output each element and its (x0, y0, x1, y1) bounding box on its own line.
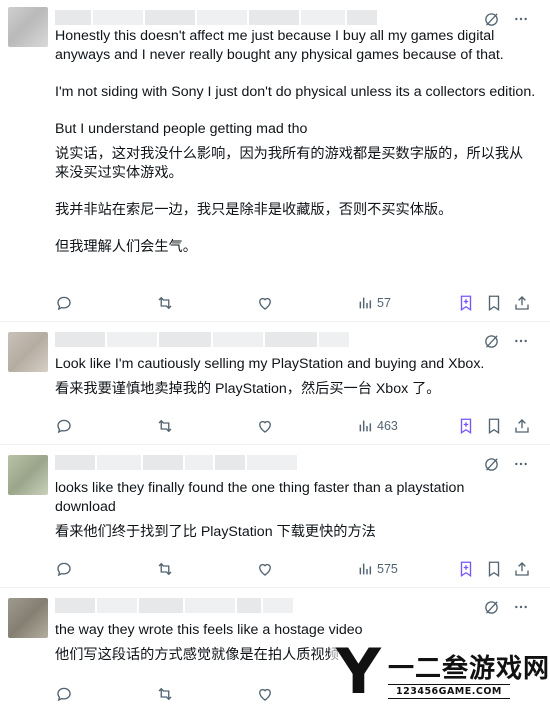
watermark-site: 123456GAME.COM (388, 684, 510, 699)
post-2[interactable]: Look like I'm cautiously selling my Play… (0, 322, 550, 445)
reply-icon[interactable] (55, 559, 73, 579)
author-name-redacted (55, 332, 349, 347)
post-text-zh-1: 说实话，这对我没什么影响，因为我所有的游戏都是买数字版的，所以我从来没买过实体游… (55, 146, 524, 181)
views-icon (359, 563, 372, 575)
watermark-brand: 一二叁游戏网 (388, 654, 550, 684)
reply-icon[interactable] (55, 293, 73, 313)
post-text: Look like I'm cautiously selling my Play… (55, 355, 536, 399)
bookmark-plus-icon[interactable] (457, 416, 475, 436)
grok-icon[interactable] (482, 598, 500, 616)
site-watermark: Y 一二叁游戏网 123456GAME.COM (330, 640, 550, 708)
bookmark-plus-icon[interactable] (457, 559, 475, 579)
repost-icon[interactable] (156, 559, 174, 579)
share-icon[interactable] (513, 416, 531, 436)
like-icon[interactable] (256, 416, 274, 436)
post-text-en-1: looks like they finally found the one th… (55, 480, 465, 515)
post-text-en-3: But I understand people getting mad tho (55, 121, 308, 137)
reply-icon[interactable] (55, 416, 73, 436)
views-stat[interactable]: 463 (357, 416, 398, 436)
repost-icon[interactable] (156, 293, 174, 313)
post-text-en-1: the way they wrote this feels like a hos… (55, 622, 363, 638)
bookmark-plus-icon[interactable] (457, 293, 475, 313)
post-text: looks like they finally found the one th… (55, 479, 480, 542)
grok-icon[interactable] (482, 455, 500, 473)
more-icon[interactable] (512, 10, 530, 28)
post-text-en-1: Honestly this doesn't affect me just bec… (55, 28, 504, 63)
repost-icon[interactable] (156, 416, 174, 436)
share-icon[interactable] (513, 559, 531, 579)
post-text-zh-1: 看来他们终于找到了比 PlayStation 下载更快的方法 (55, 524, 376, 540)
views-stat[interactable]: 57 (357, 293, 391, 313)
like-icon[interactable] (256, 559, 274, 579)
author-name-redacted (55, 455, 297, 470)
avatar[interactable] (8, 598, 48, 638)
avatar[interactable] (8, 7, 48, 47)
more-icon[interactable] (512, 598, 530, 616)
repost-icon[interactable] (156, 684, 174, 704)
views-count: 575 (377, 562, 398, 576)
reply-icon[interactable] (55, 684, 73, 704)
grok-icon[interactable] (482, 10, 500, 28)
action-bar: 463 (55, 416, 535, 436)
action-bar: 57 (55, 293, 535, 313)
author-name-redacted (55, 10, 377, 25)
avatar[interactable] (8, 455, 48, 495)
post-text-zh-2: 我并非站在索尼一边，我只是除非是收藏版，否则不买实体版。 (55, 202, 453, 218)
bookmark-icon[interactable] (485, 416, 503, 436)
action-bar: 575 (55, 559, 535, 579)
views-icon (359, 297, 372, 309)
bookmark-icon[interactable] (485, 293, 503, 313)
post-text: Honestly this doesn't affect me just bec… (55, 27, 536, 257)
grok-icon[interactable] (482, 332, 500, 350)
post-3[interactable]: looks like they finally found the one th… (0, 445, 550, 588)
views-stat[interactable]: 575 (357, 559, 398, 579)
watermark-logo-letter: Y (336, 635, 381, 708)
more-icon[interactable] (512, 332, 530, 350)
more-icon[interactable] (512, 455, 530, 473)
avatar[interactable] (8, 332, 48, 372)
like-icon[interactable] (256, 293, 274, 313)
post-1[interactable]: Honestly this doesn't affect me just bec… (0, 0, 550, 322)
bookmark-icon[interactable] (485, 559, 503, 579)
views-count: 57 (377, 296, 391, 310)
post-text-en-1: Look like I'm cautiously selling my Play… (55, 356, 485, 372)
author-name-redacted (55, 598, 293, 613)
views-icon (359, 420, 372, 432)
views-count: 463 (377, 419, 398, 433)
post-text-zh-3: 但我理解人们会生气。 (55, 239, 197, 255)
share-icon[interactable] (513, 293, 531, 313)
post-text-zh-1: 看来我要谨慎地卖掉我的 PlayStation，然后买一台 Xbox 了。 (55, 381, 441, 397)
like-icon[interactable] (256, 684, 274, 704)
post-text-en-2: I'm not siding with Sony I just don't do… (55, 84, 536, 100)
